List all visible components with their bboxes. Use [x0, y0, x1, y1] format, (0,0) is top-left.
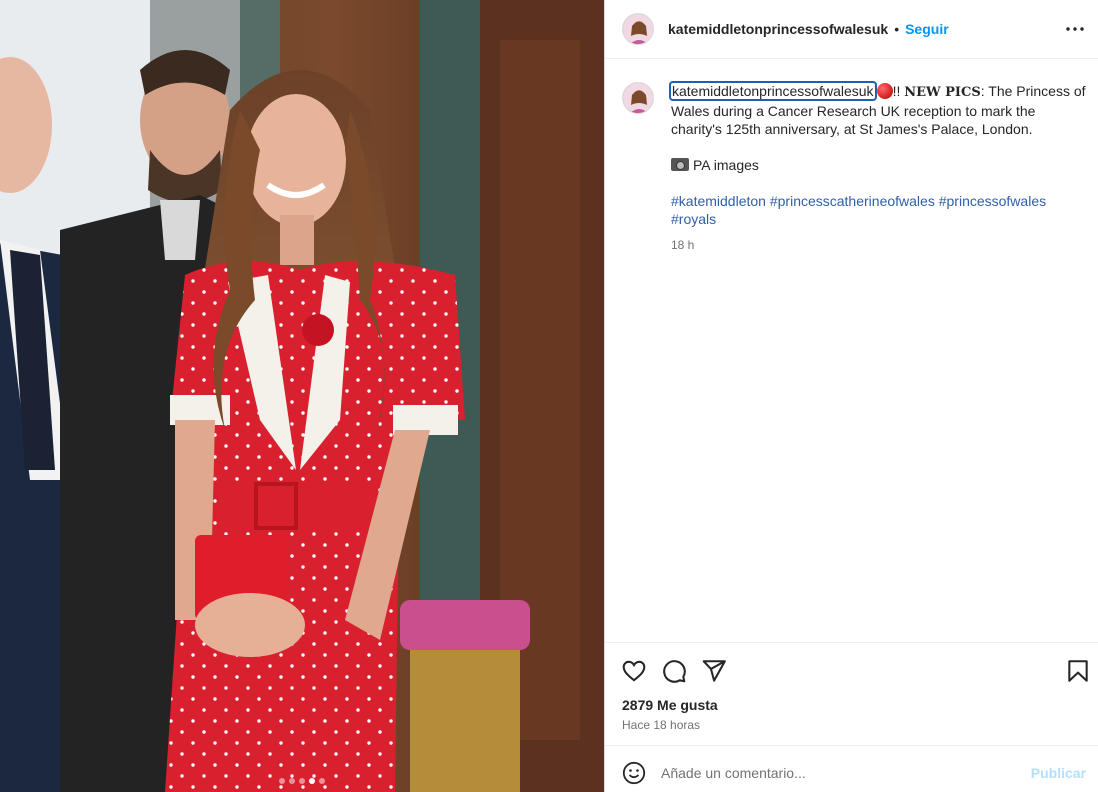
save-button[interactable] [1065, 658, 1091, 684]
publish-button[interactable]: Publicar [1031, 765, 1086, 781]
post-photo[interactable] [0, 0, 604, 792]
avatar[interactable] [622, 13, 654, 45]
follow-button[interactable]: Seguir [905, 21, 949, 37]
post-actions [605, 642, 1098, 698]
header-separator: • [894, 21, 900, 37]
post-header: katemiddletonprincessofwalesuk • Seguir [605, 0, 1098, 59]
carousel-dot[interactable] [289, 778, 295, 784]
avatar-image [623, 14, 653, 44]
caption-main: katemiddletonprincessofwalesuk!! NEW PIC… [669, 81, 1086, 138]
like-button[interactable] [621, 658, 647, 684]
share-button[interactable] [701, 658, 727, 684]
photo-illustration [0, 0, 604, 792]
more-options-icon[interactable] [1064, 18, 1086, 40]
carousel-dots [279, 778, 325, 784]
hashtag-link[interactable]: #princessofwales [939, 193, 1046, 209]
comment-input[interactable] [661, 762, 1021, 784]
hashtag-link[interactable]: #royals [671, 211, 716, 227]
caption-exclaim: !! [892, 83, 905, 99]
comment-button[interactable] [661, 658, 687, 684]
emoji-button[interactable] [622, 761, 648, 787]
camera-icon [671, 158, 689, 171]
caption-new-pics: NEW PICS [904, 85, 981, 100]
carousel-dot[interactable] [319, 778, 325, 784]
caption-avatar[interactable] [622, 82, 654, 114]
smiley-icon [622, 761, 646, 785]
heart-icon [622, 660, 646, 682]
more-horizontal-icon [1066, 27, 1084, 31]
caption-username[interactable]: katemiddletonprincessofwalesuk [669, 81, 877, 101]
red-circle-emoji [876, 83, 893, 99]
likes-count[interactable]: 2879 Me gusta [622, 697, 718, 713]
hashtag-link[interactable]: #princesscatherineofwales [770, 193, 935, 209]
post-side-panel: katemiddletonprincessofwalesuk • Seguir … [605, 0, 1098, 792]
hashtag-link[interactable]: #katemiddleton [671, 193, 766, 209]
carousel-dot-active[interactable] [309, 778, 315, 784]
avatar-image [623, 83, 653, 113]
add-comment-bar: Publicar [605, 745, 1098, 792]
header-username[interactable]: katemiddletonprincessofwalesuk [668, 21, 888, 37]
post-time[interactable]: Hace 18 horas [622, 718, 700, 732]
caption-credit: PA images [693, 157, 759, 173]
comment-icon [663, 660, 686, 683]
caption-text: katemiddletonprincessofwalesuk!! NEW PIC… [669, 81, 1086, 254]
carousel-dot[interactable] [279, 778, 285, 784]
caption-timestamp: 18 h [671, 238, 695, 252]
carousel-dot[interactable] [299, 778, 305, 784]
caption-hashtags: #katemiddleton #princesscatherineofwales… [671, 192, 1086, 228]
caption-credit-line: PA images [671, 156, 1086, 174]
post-caption-area: katemiddletonprincessofwalesuk!! NEW PIC… [605, 60, 1098, 642]
bookmark-icon [1068, 660, 1088, 682]
share-icon [702, 660, 726, 682]
